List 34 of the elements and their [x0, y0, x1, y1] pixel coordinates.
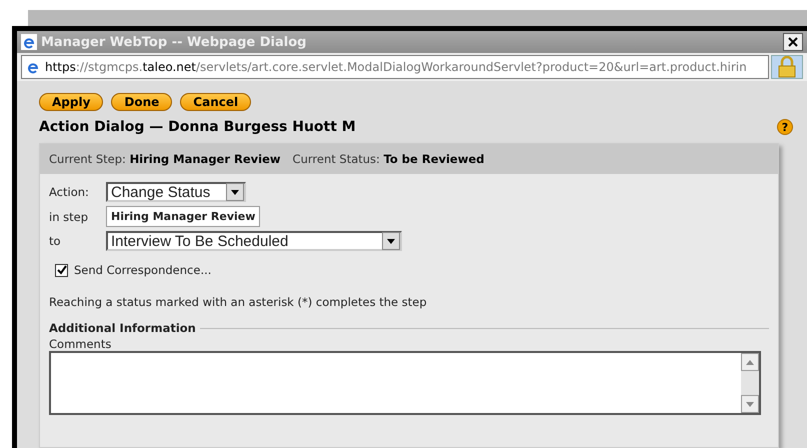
- browser-icon: [21, 34, 37, 50]
- dialog-button[interactable]: Apply: [39, 93, 104, 111]
- section-heading: Additional Information: [49, 321, 196, 335]
- asterisk-note: Reaching a status marked with an asterisk (*) completes the step: [49, 295, 428, 309]
- comments-label: Comments: [49, 337, 112, 351]
- close-icon: [788, 37, 798, 47]
- caret-icon: [387, 238, 395, 244]
- scroll-down-icon: [746, 402, 754, 406]
- step-field: Hiring Manager Review: [106, 206, 260, 227]
- to-label: to: [49, 234, 62, 248]
- current-status-text: Current Status: To be Reviewed: [292, 152, 484, 166]
- scroll-up-icon: [746, 360, 754, 364]
- url-text: https: [45, 60, 76, 74]
- action-label: Action:: [49, 185, 90, 199]
- close-button[interactable]: [783, 33, 803, 51]
- status-dropdown[interactable]: Interview To Be Scheduled: [106, 231, 402, 251]
- dialog-title: Action Dialog — Donna Burgess Huott M: [39, 119, 356, 135]
- dialog-button[interactable]: Cancel: [180, 93, 252, 111]
- window-title: Manager WebTop -- Webpage Dialog: [41, 34, 308, 50]
- in-step-label: in step: [49, 210, 90, 224]
- current-step-text: Current Step: Hiring Manager Review: [49, 152, 281, 166]
- send-correspondence-label: Send Correspondence...: [74, 263, 212, 277]
- dialog-button[interactable]: Done: [111, 93, 172, 111]
- url-text: taleo.net: [142, 60, 196, 74]
- address-field[interactable]: https://stgmcps.taleo.net/servlets/art.core.servlet.ModalDialogWorkaroundServlet?product=20&url=art.product.hirin: [21, 55, 769, 79]
- comments-field[interactable]: [49, 351, 761, 415]
- action-dropdown[interactable]: Change Status: [106, 182, 246, 202]
- url-text: /servlets/art.core.servlet.ModalDialogWorkaroundServlet?product=20&url=art.product.hirin: [196, 60, 747, 74]
- lock-icon: [771, 55, 803, 79]
- scrollbar[interactable]: [741, 353, 759, 413]
- send-correspondence-checkbox[interactable]: [55, 264, 68, 276]
- url-text: ://stgmcps.: [76, 60, 143, 74]
- help-button[interactable]: ?: [777, 119, 793, 135]
- caret-icon: [231, 190, 239, 194]
